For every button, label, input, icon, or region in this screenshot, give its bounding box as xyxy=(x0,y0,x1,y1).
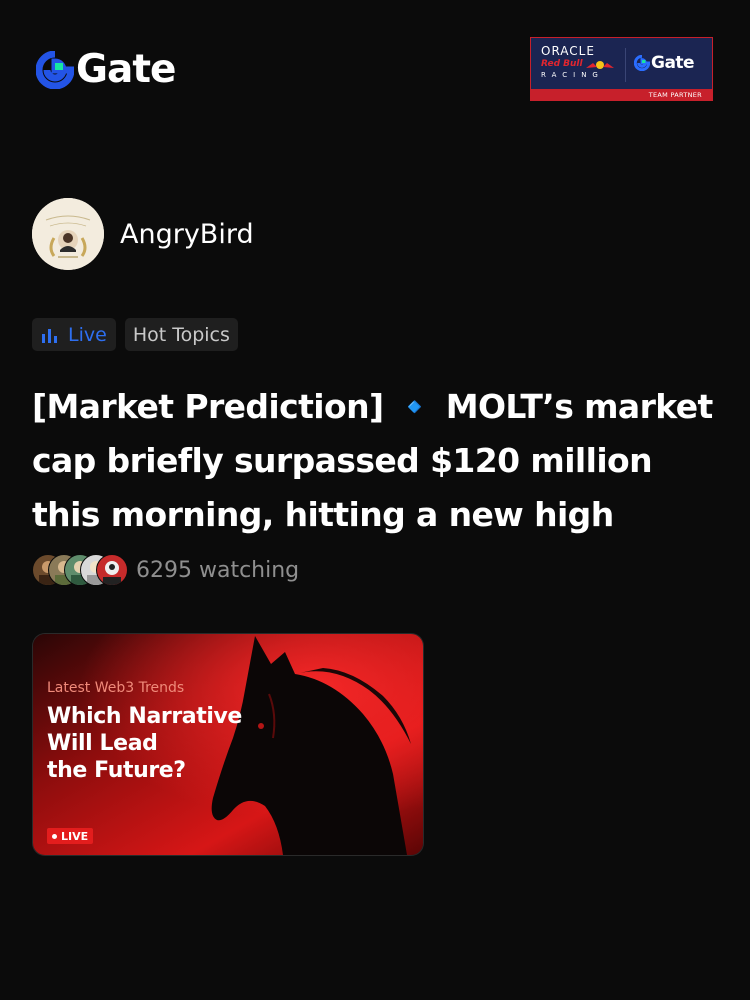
watching-count: 6295 watching xyxy=(136,557,300,583)
thumbnail-title-line: Will Lead xyxy=(47,731,158,756)
watcher-avatars xyxy=(32,554,128,586)
gate-logo-text: Gate xyxy=(76,47,176,92)
watcher-avatar xyxy=(96,554,128,586)
post-headline[interactable]: [Market Prediction] 🔹 MOLT’s market cap … xyxy=(32,380,722,542)
gate-g-icon xyxy=(36,51,74,89)
redbull-label: Red Bull xyxy=(541,59,583,69)
thumbnail-title-line: the Future? xyxy=(47,758,186,783)
partner-gate-logo: Gate xyxy=(634,53,695,73)
racing-label: RACING xyxy=(541,71,604,79)
stream-thumbnail[interactable]: Latest Web3 Trends Which Narrative Will … xyxy=(33,634,423,855)
thumbnail-kicker: Latest Web3 Trends xyxy=(47,680,185,696)
live-tag-label: Live xyxy=(68,323,107,346)
live-dot-icon xyxy=(52,833,57,839)
team-partner-label: TEAM PARTNER xyxy=(648,91,702,99)
oracle-label: ORACLE xyxy=(541,44,595,58)
bar-chart-icon xyxy=(42,328,57,343)
author-avatar[interactable] xyxy=(32,198,104,270)
author-row[interactable]: AngryBird xyxy=(32,198,254,270)
partner-banner[interactable]: ORACLE Red Bull RACING Gate TEAM PARTNER xyxy=(530,37,713,101)
gate-logo[interactable]: Gate xyxy=(36,47,176,92)
author-name[interactable]: AngryBird xyxy=(120,219,254,250)
hot-topics-tag[interactable]: Hot Topics xyxy=(124,318,238,351)
thumbnail-title-line: Which Narrative xyxy=(47,704,242,729)
gate-g-small-icon xyxy=(634,55,650,71)
live-badge: LIVE xyxy=(47,828,94,844)
live-tag[interactable]: Live xyxy=(32,318,116,351)
live-badge-label: LIVE xyxy=(61,829,89,843)
header: Gate ORACLE Red Bull RACING Gate TEAM PA… xyxy=(0,0,750,140)
certificate-avatar-icon xyxy=(32,198,104,270)
thumbnail-title-area: Latest Web3 Trends Which Narrative Will … xyxy=(33,634,245,855)
watchers-row: 6295 watching xyxy=(32,553,299,587)
partner-gate-text: Gate xyxy=(651,53,695,73)
hot-topics-label: Hot Topics xyxy=(132,323,230,346)
tag-row: Live Hot Topics xyxy=(32,318,238,351)
banner-divider xyxy=(625,48,626,82)
